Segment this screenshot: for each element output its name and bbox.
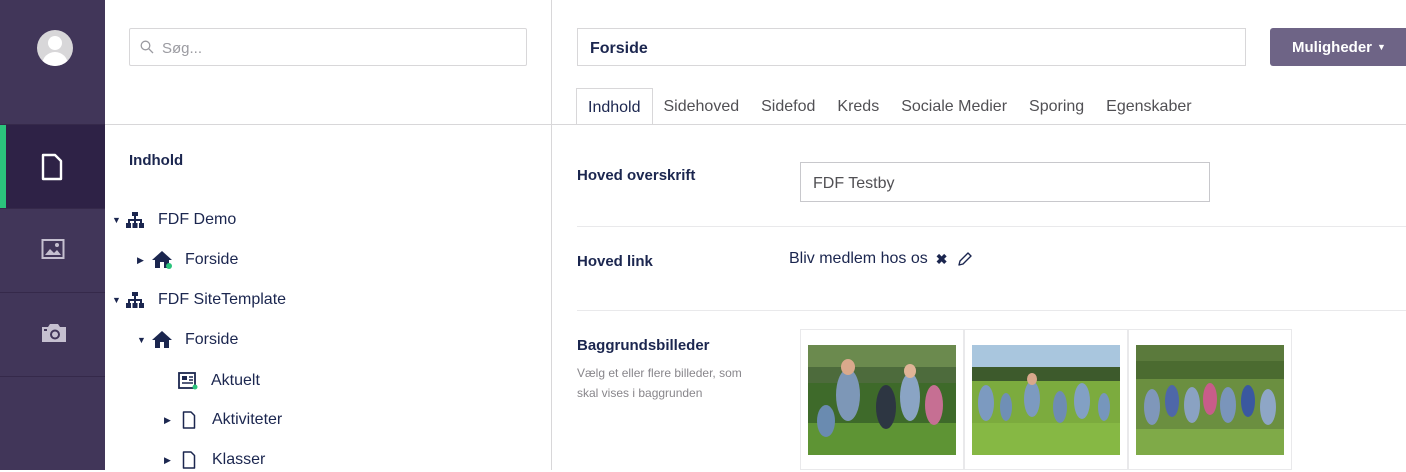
avatar-head (48, 36, 62, 50)
tree-node-aktiviteter[interactable]: ▶ Aktiviteter (164, 408, 282, 432)
tab-egenskaber[interactable]: Egenskaber (1095, 88, 1202, 125)
caret-down-icon: ▼ (1377, 42, 1386, 52)
tab-sociale-medier[interactable]: Sociale Medier (890, 88, 1018, 125)
sitemap-icon (124, 292, 146, 308)
app-section-rail (0, 0, 105, 470)
tree-node-label: Forside (185, 251, 239, 268)
search-icon (140, 40, 154, 54)
tabs-divider (552, 124, 1406, 125)
document-icon (178, 411, 200, 429)
tab-sidefod[interactable]: Sidefod (750, 88, 826, 125)
document-icon (41, 153, 63, 181)
background-image-thumb[interactable] (800, 329, 964, 470)
section-content[interactable] (0, 124, 105, 209)
tree-node-label: FDF Demo (158, 211, 237, 228)
tree-node-label: Aktuelt (211, 372, 260, 389)
tree-node-fdf-sitetemplate[interactable]: ▼ FDF SiteTemplate (112, 288, 286, 312)
editor-tabs: Indhold Sidehoved Sidefod Kreds Sociale … (576, 88, 1203, 125)
tree-node-forside-template[interactable]: ▼ Forside (137, 328, 238, 352)
page-name-box[interactable] (577, 28, 1246, 66)
background-photo (808, 345, 956, 455)
remove-link-icon[interactable]: ✖ (936, 251, 948, 268)
tree-title: Indhold (129, 152, 184, 169)
background-photo (1136, 345, 1284, 455)
main-link-label: Hoved link (577, 253, 653, 270)
caret-right-icon[interactable]: ▶ (164, 455, 174, 466)
tree-node-label: FDF SiteTemplate (158, 291, 287, 308)
tree-header-divider (105, 124, 551, 125)
options-label: Muligheder (1292, 38, 1373, 56)
headline-input[interactable] (811, 172, 1195, 196)
home-icon (151, 330, 173, 350)
camera-icon (42, 324, 66, 342)
user-avatar[interactable] (37, 30, 73, 66)
tab-sidehoved[interactable]: Sidehoved (653, 88, 751, 125)
newspaper-icon (177, 372, 199, 390)
tree-node-klasser[interactable]: ▶ Klasser (164, 448, 265, 472)
page-name-input[interactable] (588, 37, 1232, 61)
content-tree-panel: Indhold ▼ FDF Demo ▶ Forside ▼ FDF SiteT… (105, 0, 552, 470)
background-image-thumb[interactable] (964, 329, 1128, 470)
caret-down-icon[interactable]: ▼ (137, 335, 147, 345)
property-divider (577, 310, 1406, 311)
tree-node-fdf-demo[interactable]: ▼ FDF Demo (112, 208, 236, 232)
background-image-thumb[interactable] (1128, 329, 1292, 470)
tab-indhold[interactable]: Indhold (576, 88, 653, 125)
backgrounds-label: Baggrundsbilleder (577, 337, 710, 354)
options-button[interactable]: Muligheder ▼ (1270, 28, 1406, 66)
edit-pencil-icon[interactable] (957, 251, 973, 267)
tree-search-box[interactable] (129, 28, 527, 66)
main-link-value: Bliv medlem hos os ✖ (789, 250, 973, 268)
sitemap-icon (124, 212, 146, 228)
avatar-body (42, 52, 68, 66)
section-photos[interactable] (0, 292, 105, 377)
backgrounds-description: Vælg et eller flere billeder, som skal v… (577, 366, 742, 400)
caret-down-icon[interactable]: ▼ (112, 295, 122, 305)
background-photo (972, 345, 1120, 455)
document-icon (178, 451, 200, 469)
search-input[interactable] (160, 35, 514, 61)
tab-sporing[interactable]: Sporing (1018, 88, 1095, 125)
caret-right-icon[interactable]: ▶ (137, 255, 147, 266)
section-empty (0, 376, 105, 461)
section-media[interactable] (0, 208, 105, 293)
tab-kreds[interactable]: Kreds (826, 88, 890, 125)
tree-node-label: Forside (185, 331, 239, 348)
headline-field[interactable] (800, 162, 1210, 202)
caret-right-icon[interactable]: ▶ (164, 415, 174, 426)
home-icon (151, 250, 173, 270)
tree-node-label: Klasser (212, 451, 266, 468)
headline-label: Hoved overskrift (577, 167, 696, 184)
main-link-text[interactable]: Bliv medlem hos os (789, 250, 928, 268)
tree-node-forside[interactable]: ▶ Forside (137, 248, 238, 272)
caret-down-icon[interactable]: ▼ (112, 215, 122, 225)
content-editor: Muligheder ▼ Indhold Sidehoved Sidefod K… (552, 0, 1406, 470)
image-icon (41, 239, 65, 259)
property-divider (577, 226, 1406, 227)
tree-node-label: Aktiviteter (212, 411, 283, 428)
tree-node-aktuelt[interactable]: Aktuelt (177, 369, 260, 393)
